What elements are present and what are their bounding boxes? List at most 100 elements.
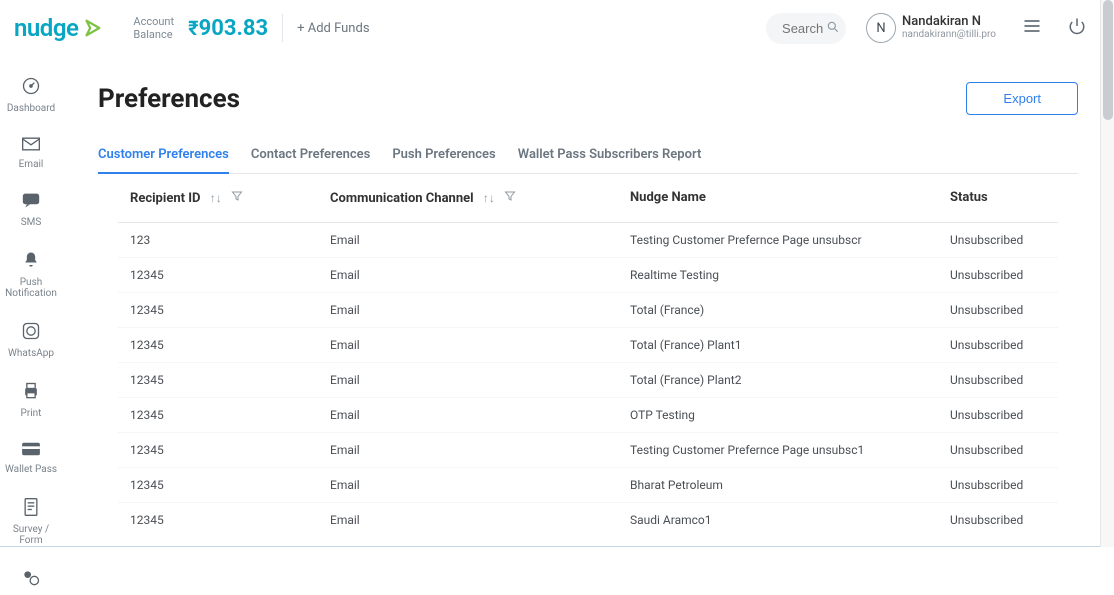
table-row[interactable]: 123EmailTesting Customer Prefernce Page … — [118, 222, 1058, 257]
cell-recipient-id: 12345 — [130, 478, 330, 492]
sidebar-item-label: SMS — [21, 217, 42, 228]
logo-text: nudge — [14, 14, 78, 42]
cell-channel: Email — [330, 408, 630, 422]
wallet-icon — [20, 441, 42, 460]
sidebar-item-whatsapp[interactable]: WhatsApp — [8, 321, 54, 359]
cell-recipient-id: 12345 — [130, 513, 330, 527]
cell-status: Unsubscribed — [950, 303, 1046, 317]
sort-icon[interactable]: ↑↓ — [210, 191, 222, 205]
table-row[interactable]: 12345EmailRealtime TestingUnsubscribed — [118, 257, 1058, 292]
sidebar-item-sms[interactable]: SMS — [21, 192, 42, 228]
currency-symbol: ₹ — [188, 16, 199, 40]
cell-status: Unsubscribed — [950, 233, 1046, 247]
whatsapp-icon — [21, 321, 41, 344]
table-row[interactable]: 12345EmailTotal (France) Plant1Unsubscri… — [118, 327, 1058, 362]
main-content: Preferences Export Customer Preferences … — [62, 56, 1114, 547]
cell-channel: Email — [330, 373, 630, 387]
col-label: Communication Channel — [330, 191, 474, 206]
cell-channel: Email — [330, 478, 630, 492]
gauge-icon — [21, 76, 41, 99]
power-icon[interactable] — [1068, 17, 1086, 39]
envelope-icon — [21, 136, 41, 155]
sidebar-item-label: Email — [19, 159, 44, 170]
account-balance-amount: ₹903.83 — [188, 16, 268, 41]
cell-status: Unsubscribed — [950, 268, 1046, 282]
cell-nudge-name: OTP Testing — [630, 408, 950, 422]
printer-icon — [21, 381, 41, 404]
account-label-line1: Account — [133, 15, 174, 28]
cell-nudge-name: Total (France) — [630, 303, 950, 317]
account-label-line2: Balance — [133, 28, 174, 41]
tab-customer-preferences[interactable]: Customer Preferences — [98, 137, 229, 174]
page-title: Preferences — [98, 84, 240, 114]
user-email: nandakirann@tilli.pro — [902, 28, 996, 41]
search-input[interactable] — [782, 21, 826, 36]
col-header-recipient-id[interactable]: Recipient ID ↑↓ — [130, 190, 330, 206]
table-row[interactable]: 12345EmailTesting Customer Prefernce Pag… — [118, 432, 1058, 467]
cell-status: Unsubscribed — [950, 338, 1046, 352]
table-row[interactable]: 12345EmailTotal (France) Plant2Unsubscri… — [118, 362, 1058, 397]
topbar: nudge Account Balance ₹903.83 + Add Fund… — [0, 0, 1114, 56]
filter-icon[interactable] — [504, 191, 516, 205]
cell-recipient-id: 12345 — [130, 373, 330, 387]
cell-nudge-name: Realtime Testing — [630, 268, 950, 282]
add-funds-link[interactable]: + Add Funds — [297, 21, 369, 36]
table-row[interactable]: 12345EmailSaudi Aramco1Unsubscribed — [118, 502, 1058, 537]
col-header-nudge-name[interactable]: Nudge Name — [630, 190, 950, 206]
cell-channel: Email — [330, 303, 630, 317]
cell-channel: Email — [330, 443, 630, 457]
cell-channel: Email — [330, 268, 630, 282]
sidebar-item-email[interactable]: Email — [19, 136, 44, 170]
cell-status: Unsubscribed — [950, 373, 1046, 387]
cell-status: Unsubscribed — [950, 443, 1046, 457]
sidebar-item-settings[interactable] — [21, 568, 41, 595]
scrollbar[interactable] — [1100, 0, 1114, 547]
table-row[interactable]: 12345EmailTotal (France)Unsubscribed — [118, 292, 1058, 327]
cell-recipient-id: 12345 — [130, 338, 330, 352]
search-input-wrap[interactable] — [766, 13, 846, 44]
user-menu[interactable]: N Nandakiran N nandakirann@tilli.pro — [866, 13, 996, 43]
sidebar-item-label: Print — [21, 408, 42, 419]
bell-icon — [21, 250, 41, 273]
sidebar-item-survey[interactable]: Survey / Form — [0, 497, 62, 546]
document-icon — [22, 497, 40, 520]
sidebar-item-label: WhatsApp — [8, 348, 54, 359]
cell-nudge-name: Total (France) Plant1 — [630, 338, 950, 352]
col-header-communication-channel[interactable]: Communication Channel ↑↓ — [330, 190, 630, 206]
export-button[interactable]: Export — [966, 82, 1078, 115]
scrollbar-thumb[interactable] — [1103, 0, 1113, 120]
user-name: Nandakiran N — [902, 15, 996, 28]
cell-channel: Email — [330, 338, 630, 352]
preferences-table: Recipient ID ↑↓ Communication Channel ↑↓… — [98, 174, 1078, 537]
search-icon[interactable] — [826, 19, 840, 38]
table-row[interactable]: 12345EmailOTP TestingUnsubscribed — [118, 397, 1058, 432]
col-label: Recipient ID — [130, 191, 201, 206]
cell-status: Unsubscribed — [950, 513, 1046, 527]
tab-contact-preferences[interactable]: Contact Preferences — [251, 137, 370, 173]
hamburger-icon[interactable] — [1022, 16, 1042, 40]
balance-value: 903.83 — [199, 16, 269, 41]
cell-nudge-name: Bharat Petroleum — [630, 478, 950, 492]
cell-recipient-id: 12345 — [130, 408, 330, 422]
sidebar-item-walletpass[interactable]: Wallet Pass — [5, 441, 57, 475]
sidebar-item-label: Push Notification — [0, 277, 62, 299]
tab-push-preferences[interactable]: Push Preferences — [392, 137, 495, 173]
sort-icon[interactable]: ↑↓ — [483, 191, 495, 205]
sidebar-item-push[interactable]: Push Notification — [0, 250, 62, 299]
filter-icon[interactable] — [231, 191, 243, 205]
brand-logo[interactable]: nudge — [14, 14, 103, 42]
cell-nudge-name: Testing Customer Prefernce Page unsubsc1 — [630, 443, 950, 457]
divider — [282, 14, 283, 42]
cell-recipient-id: 12345 — [130, 303, 330, 317]
sidebar-item-label: Wallet Pass — [5, 464, 57, 475]
table-row[interactable]: 12345EmailBharat PetroleumUnsubscribed — [118, 467, 1058, 502]
sidebar-item-label: Survey / Form — [0, 524, 62, 546]
cell-nudge-name: Saudi Aramco1 — [630, 513, 950, 527]
logo-arrow-icon — [81, 17, 103, 39]
avatar: N — [866, 13, 896, 43]
sidebar-item-print[interactable]: Print — [21, 381, 42, 419]
col-header-status[interactable]: Status — [950, 190, 1046, 206]
chat-icon — [21, 192, 41, 213]
tab-wallet-pass-subscribers[interactable]: Wallet Pass Subscribers Report — [518, 137, 702, 173]
sidebar-item-dashboard[interactable]: Dashboard — [7, 76, 55, 114]
